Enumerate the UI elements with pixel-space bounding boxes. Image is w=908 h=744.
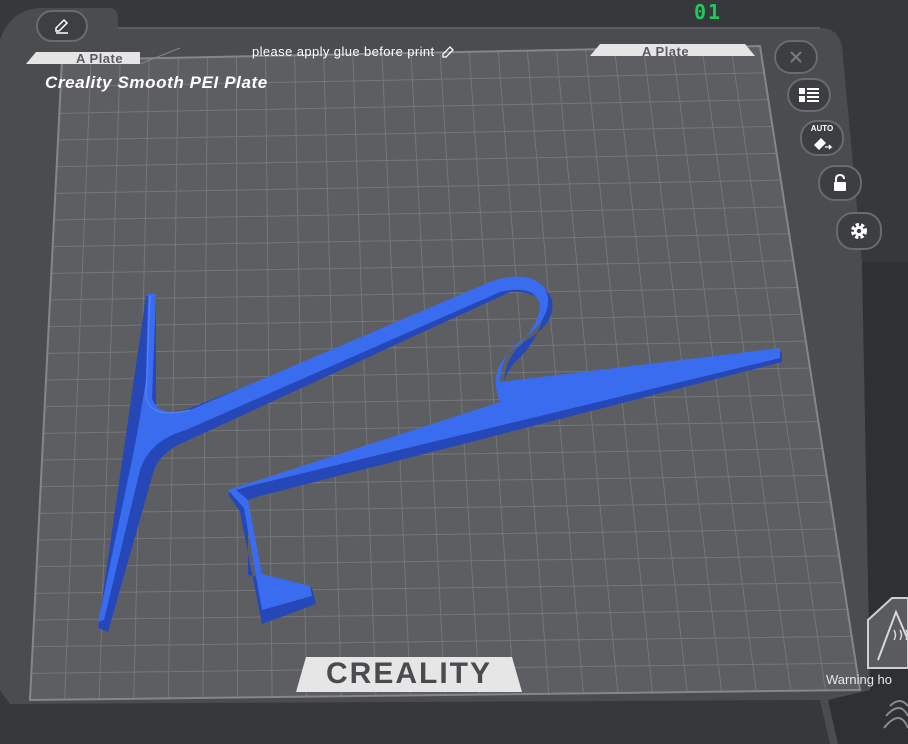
lock-plate-button[interactable] <box>818 165 862 201</box>
plate-settings-button[interactable] <box>836 212 882 250</box>
close-plate-button[interactable] <box>774 40 818 74</box>
arrange-list-button[interactable] <box>787 78 831 112</box>
gear-icon <box>851 223 867 239</box>
edit-plate-button[interactable] <box>36 10 88 42</box>
auto-label: AUTO <box>810 124 834 133</box>
left-plate-tab-label: A Plate <box>76 51 124 66</box>
brand-logo: CREALITY <box>326 657 492 690</box>
auto-orient-button[interactable]: AUTO <box>800 120 844 156</box>
plate-counter: 01 <box>694 0 723 24</box>
right-plate-tab-label: A Plate <box>642 44 690 59</box>
bed-canvas[interactable] <box>0 0 908 744</box>
close-icon <box>790 51 802 63</box>
heat-warning-text: Warning ho <box>826 672 892 687</box>
list-icon <box>799 88 819 102</box>
pencil-icon <box>55 18 69 34</box>
lock-icon <box>834 173 846 191</box>
edit-notice-icon[interactable] <box>441 45 457 59</box>
plate-viewport[interactable]: 01 A Plate A Plate please apply glue bef… <box>0 0 908 744</box>
auto-orient-icon <box>814 138 833 150</box>
plate-notice[interactable]: please apply glue before print <box>252 44 457 59</box>
plate-type-title: Creality Smooth PEI Plate <box>45 73 268 92</box>
plate-notice-text: please apply glue before print <box>252 44 435 59</box>
